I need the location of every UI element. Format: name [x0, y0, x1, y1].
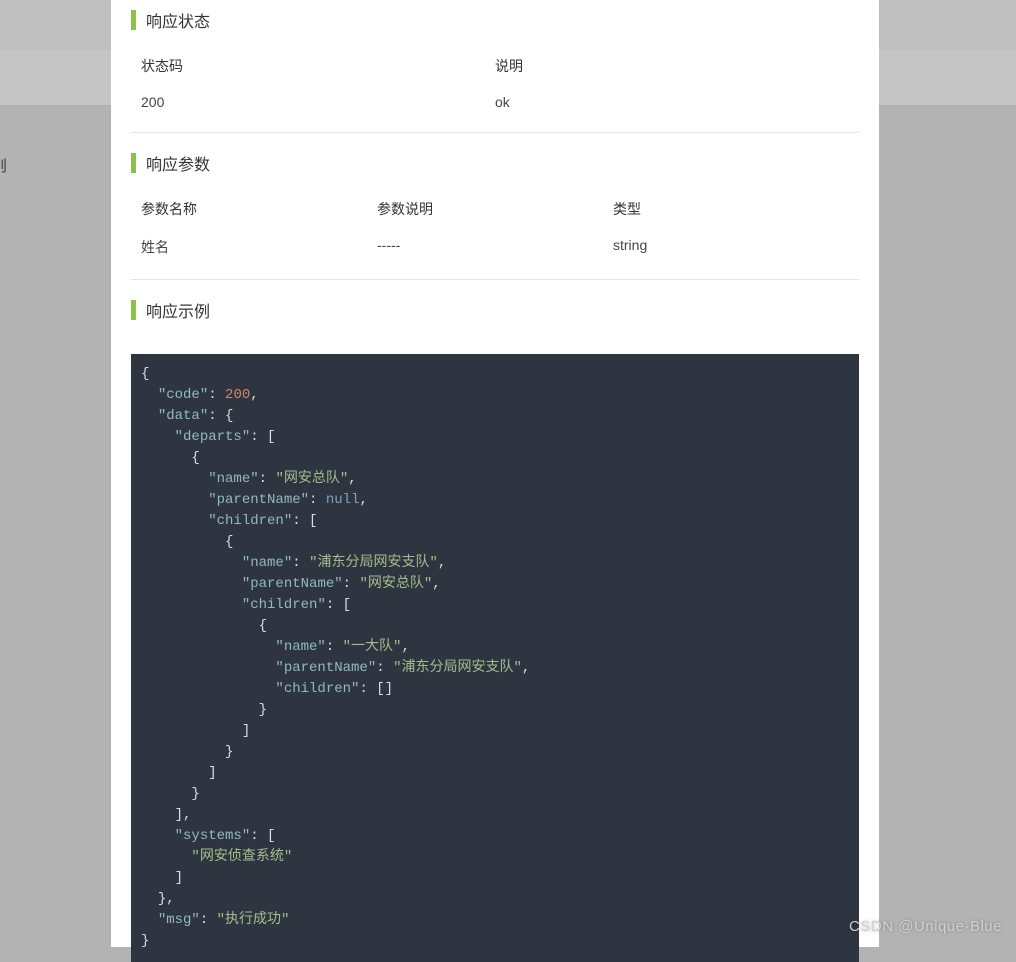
accent-bar-icon — [131, 300, 136, 320]
section-title-status: 响应状态 — [146, 8, 210, 32]
section-title-params: 响应参数 — [146, 151, 210, 175]
table-row: 参数名称 参数说明 类型 — [131, 193, 859, 225]
divider — [131, 132, 859, 133]
api-doc-panel: 响应状态 状态码 说明 200 ok 响应参数 参数名称 参数说明 类型 姓名 … — [111, 0, 879, 947]
status-desc-value: ok — [495, 94, 849, 110]
status-table: 状态码 说明 200 ok — [131, 50, 859, 116]
params-header-name: 参数名称 — [141, 199, 377, 219]
accent-bar-icon — [131, 153, 136, 173]
status-header-code: 状态码 — [141, 56, 495, 76]
section-heading-params: 响应参数 — [131, 151, 859, 175]
params-type-value: string — [613, 237, 849, 257]
section-title-example: 响应示例 — [146, 298, 210, 322]
accent-bar-icon — [131, 10, 136, 30]
section-heading-example: 响应示例 — [131, 298, 859, 322]
status-header-desc: 说明 — [495, 56, 849, 76]
status-code-value: 200 — [141, 94, 495, 110]
table-row: 状态码 说明 — [131, 50, 859, 82]
divider — [131, 279, 859, 280]
table-row: 姓名 ----- string — [131, 231, 859, 263]
code-example-block: { "code": 200, "data": { "departs": [ { … — [131, 354, 859, 962]
table-row: 200 ok — [131, 88, 859, 116]
params-name-value: 姓名 — [141, 237, 377, 257]
bg-sidebar-text: 则 — [0, 155, 7, 176]
params-desc-value: ----- — [377, 237, 613, 257]
params-table: 参数名称 参数说明 类型 姓名 ----- string — [131, 193, 859, 263]
params-header-desc: 参数说明 — [377, 199, 613, 219]
params-header-type: 类型 — [613, 199, 849, 219]
section-heading-status: 响应状态 — [131, 8, 859, 32]
